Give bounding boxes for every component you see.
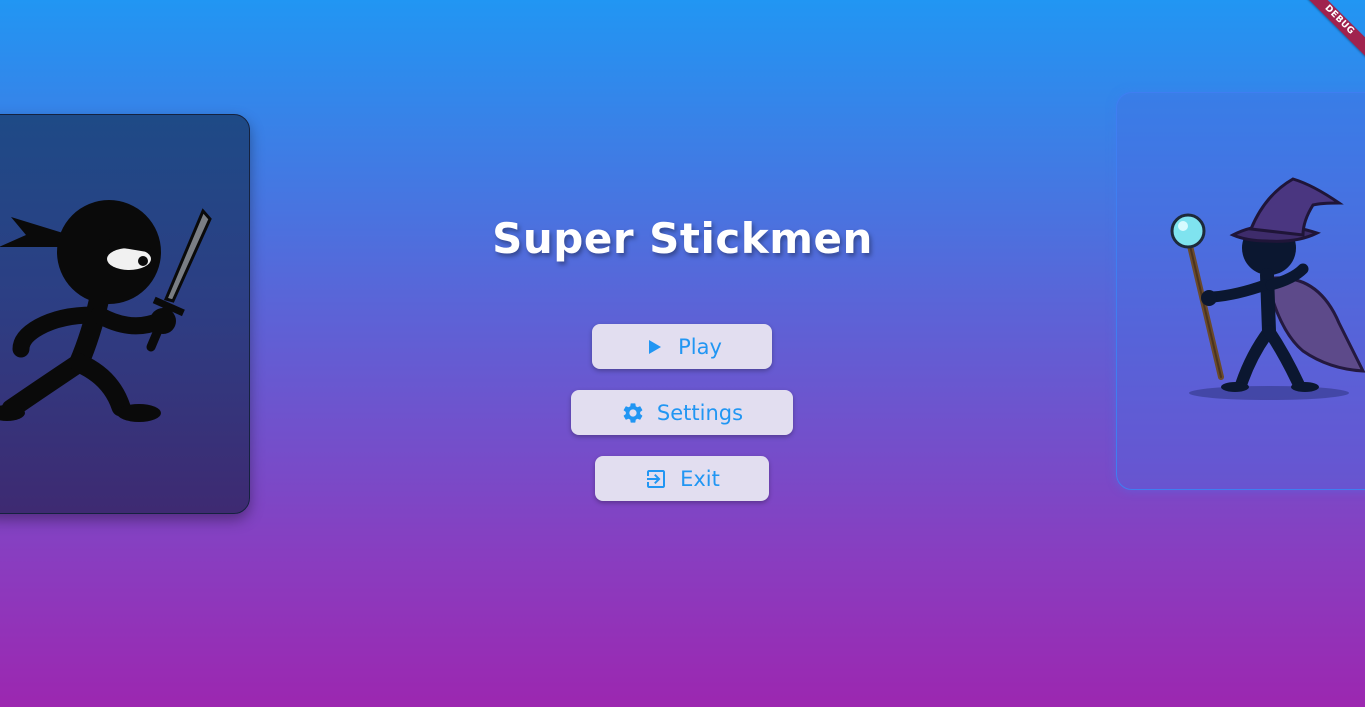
ninja-stickman-illustration <box>0 200 212 422</box>
character-card-ninja[interactable] <box>0 114 250 514</box>
exit-icon <box>644 467 668 491</box>
wizard-stickman-illustration <box>1170 177 1365 400</box>
play-icon <box>642 335 666 359</box>
debug-banner-label: DEBUG <box>1299 0 1365 61</box>
play-button-label: Play <box>678 334 722 359</box>
debug-banner: DEBUG <box>1285 0 1365 80</box>
game-title: Super Stickmen <box>492 214 873 263</box>
character-card-wizard[interactable] <box>1116 92 1365 490</box>
settings-button[interactable]: Settings <box>571 390 793 435</box>
exit-button-label: Exit <box>680 466 720 491</box>
play-button[interactable]: Play <box>592 324 772 369</box>
exit-button[interactable]: Exit <box>595 456 769 501</box>
settings-button-label: Settings <box>656 400 744 425</box>
gear-icon <box>621 401 645 425</box>
